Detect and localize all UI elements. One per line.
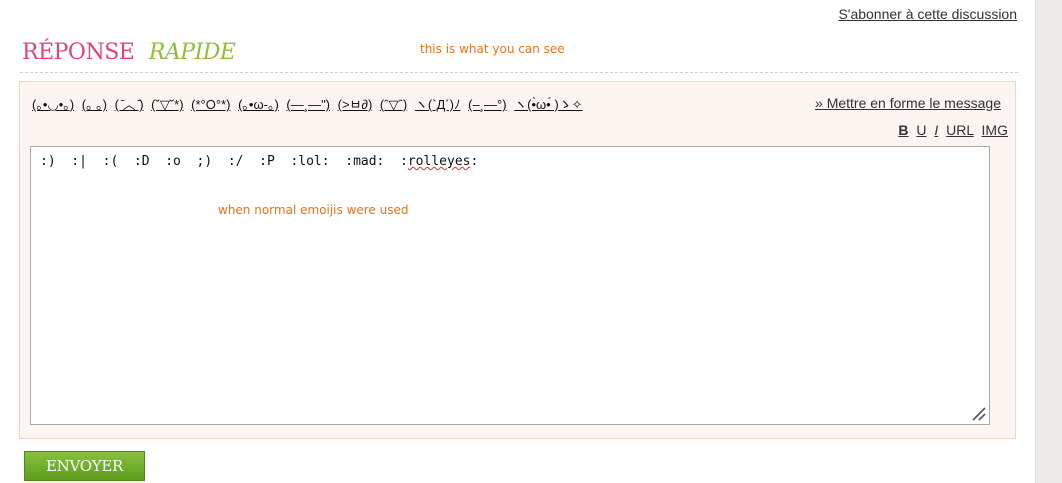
underline-button[interactable]: U [916,122,926,138]
img-button[interactable]: IMG [982,122,1008,138]
smiley-1[interactable]: (｡ ｡) [82,97,107,112]
misspelled-word: rolleyes [407,154,471,169]
url-button[interactable]: URL [946,122,974,138]
smiley-8[interactable]: (ˆ▽ˆ) [380,97,407,112]
title-divider [20,72,1018,73]
smiley-2[interactable]: ( ̄︿ ̄) [115,97,144,112]
smiley-0[interactable]: (｡•◡•｡) [32,97,74,112]
title-part-reponse: RÉPONSE [22,40,135,65]
smiley-7[interactable]: (>ㅂ∂) [338,97,373,112]
title-part-rapide: RAPIDE [148,40,236,65]
format-toolbar: B U I URL IMG [894,122,1008,138]
format-message-link[interactable]: » Mettre en forme le message [815,95,1001,111]
subscribe-link[interactable]: S'abonner à cette discussion [838,6,1017,22]
smiley-3[interactable]: (˘▽˘*) [151,97,183,112]
quick-reply-title: RÉPONSE RAPIDE [22,40,236,65]
send-button[interactable]: ENVOYER [24,451,145,481]
message-text-start: :) :| :( :D :o ;) :/ :P :lol: :mad: : [40,154,408,169]
smiley-9[interactable]: ヽ(`Д´)ﾉ [415,97,461,112]
smiley-10[interactable]: (–¸—°) [468,97,506,112]
bold-button[interactable]: B [898,122,908,138]
message-textarea[interactable]: :) :| :( :D :o ;) :/ :P :lol: :mad: :rol… [30,146,990,425]
smiley-bar: (｡•◡•｡) (｡ ｡) ( ̄︿ ̄) (˘▽˘*) (*°O°*) (｡•… [32,94,587,113]
annotation-middle: when normal emoijis were used [218,203,409,217]
smiley-11[interactable]: ヽ(•̀ω•́ )ゝ✧ [514,97,582,112]
annotation-top: this is what you can see [420,42,565,56]
resize-handle-icon[interactable] [970,405,986,421]
italic-button[interactable]: I [934,122,938,138]
smiley-4[interactable]: (*°O°*) [191,97,230,112]
page-scrollbar[interactable] [1035,0,1062,483]
message-text-end: : [470,154,479,169]
smiley-6[interactable]: (—¸—") [286,97,330,112]
reply-panel: (｡•◡•｡) (｡ ｡) ( ̄︿ ̄) (˘▽˘*) (*°O°*) (｡•… [19,81,1016,439]
smiley-5[interactable]: (｡•ω-｡) [238,97,279,112]
